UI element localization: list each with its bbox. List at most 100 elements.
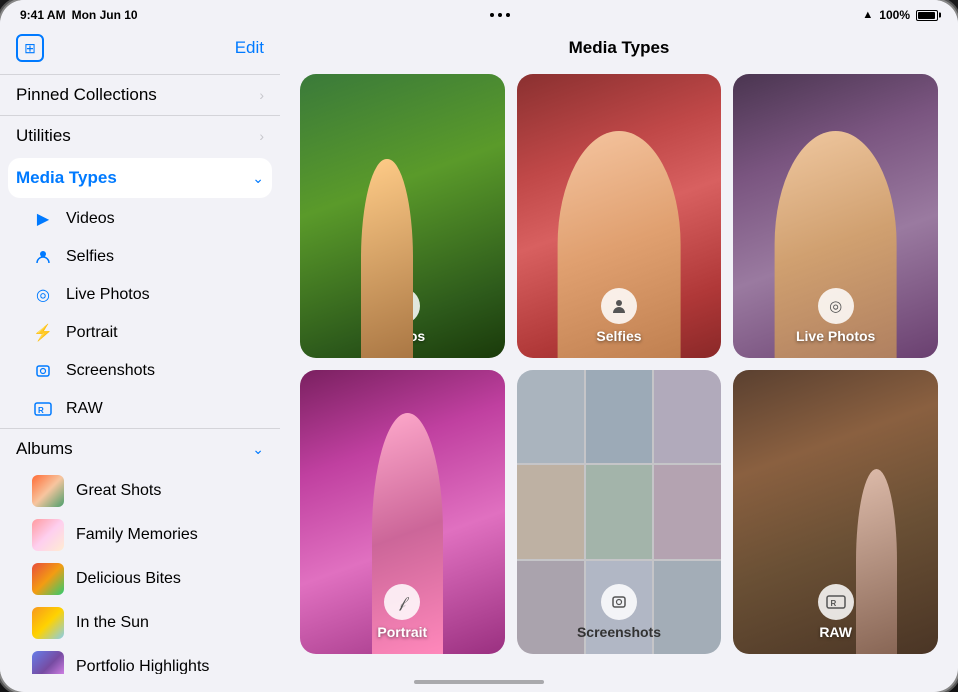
battery-icon <box>916 10 938 21</box>
album-item-in-the-sun[interactable]: In the Sun <box>0 601 280 645</box>
portrait-cell-bg: 𝒻 Portrait <box>300 370 505 654</box>
main-area: Media Types Videos <box>280 26 958 674</box>
status-left: 9:41 AM Mon Jun 10 <box>20 8 138 22</box>
screenshots-label: Screenshots <box>66 362 155 380</box>
videos-person-silhouette <box>361 159 412 358</box>
portrait-cell-label: Portrait <box>377 624 427 640</box>
albums-section-header[interactable]: Albums ⌄ <box>0 428 280 469</box>
sidebar: ⊞ Edit Pinned Collections › Utilities › … <box>0 26 280 674</box>
screenshots-icon <box>32 360 54 382</box>
sidebar-item-pinned-collections[interactable]: Pinned Collections › <box>0 74 280 115</box>
portfolio-highlights-label: Portfolio Highlights <box>76 658 209 674</box>
grid-cell-live-photos[interactable]: ◎ Live Photos <box>733 74 938 358</box>
raw-person-silhouette <box>856 469 897 654</box>
status-right: ▲ 100% <box>862 8 938 22</box>
live-photos-label-wrap: ◎ Live Photos <box>796 288 875 344</box>
date-label: Mon Jun 10 <box>72 8 138 22</box>
sidebar-item-utilities[interactable]: Utilities › <box>0 115 280 156</box>
live-photos-label: Live Photos <box>66 286 150 304</box>
sidebar-item-selfies[interactable]: Selfies <box>0 238 280 276</box>
selfies-cell-bg: Selfies <box>517 74 722 358</box>
svg-text:R: R <box>38 406 44 415</box>
album-thumb-great-shots <box>32 475 64 507</box>
album-thumb-family-memories <box>32 519 64 551</box>
album-item-portfolio-highlights[interactable]: Portfolio Highlights <box>0 645 280 674</box>
grid-cell-portrait[interactable]: 𝒻 Portrait <box>300 370 505 654</box>
wifi-icon: ▲ <box>862 9 873 21</box>
live-photos-cell-bg: ◎ Live Photos <box>733 74 938 358</box>
chevron-right-icon: › <box>259 128 264 144</box>
edit-button[interactable]: Edit <box>235 38 264 58</box>
raw-icon: R <box>32 398 54 420</box>
sidebar-header: ⊞ Edit <box>0 26 280 74</box>
selfies-cell-icon <box>601 288 637 324</box>
sidebar-item-raw[interactable]: R RAW <box>0 390 280 428</box>
videos-icon: ▶ <box>32 208 54 230</box>
screenshots-cell-label: Screenshots <box>577 624 661 640</box>
selfies-label-wrap: Selfies <box>596 288 641 344</box>
chevron-down-icon: ⌄ <box>252 170 264 187</box>
portrait-label: Portrait <box>66 324 118 342</box>
raw-cell-label: RAW <box>819 624 852 640</box>
home-indicator[interactable] <box>414 680 544 684</box>
screenshots-overlay: Screenshots <box>517 370 722 654</box>
svg-text:R: R <box>830 599 836 608</box>
portrait-icon: ⚡ <box>32 322 54 344</box>
delicious-bites-label: Delicious Bites <box>76 570 181 588</box>
album-item-delicious-bites[interactable]: Delicious Bites <box>0 557 280 601</box>
dot-2 <box>498 13 502 17</box>
live-photos-icon: ◎ <box>32 284 54 306</box>
sidebar-panel-icon[interactable]: ⊞ <box>16 34 44 62</box>
sidebar-item-portrait[interactable]: ⚡ Portrait <box>0 314 280 352</box>
utilities-label: Utilities <box>16 126 71 146</box>
family-memories-label: Family Memories <box>76 526 198 544</box>
ipad-frame: 9:41 AM Mon Jun 10 ▲ 100% ⊞ Edit <box>0 0 958 692</box>
album-thumb-portfolio-highlights <box>32 651 64 674</box>
screenshots-cell-bg: Screenshots <box>517 370 722 654</box>
selfies-label: Selfies <box>66 248 114 266</box>
screenshots-cell-icon <box>601 584 637 620</box>
videos-cell-bg: Videos <box>300 74 505 358</box>
portrait-label-wrap: 𝒻 Portrait <box>377 584 427 640</box>
raw-cell-bg: R RAW <box>733 370 938 654</box>
live-photos-cell-icon: ◎ <box>818 288 854 324</box>
media-types-grid: Videos <box>300 74 938 654</box>
chevron-right-icon: › <box>259 87 264 103</box>
dot-1 <box>490 13 494 17</box>
grid-cell-videos[interactable]: Videos <box>300 74 505 358</box>
great-shots-label: Great Shots <box>76 482 161 500</box>
app-content: ⊞ Edit Pinned Collections › Utilities › … <box>0 26 958 674</box>
raw-label-wrap: R RAW <box>818 584 854 640</box>
panel-icon-glyph: ⊞ <box>24 40 36 57</box>
videos-label: Videos <box>66 210 115 228</box>
grid-cell-selfies[interactable]: Selfies <box>517 74 722 358</box>
sidebar-item-screenshots[interactable]: Screenshots <box>0 352 280 390</box>
album-item-family-memories[interactable]: Family Memories <box>0 513 280 557</box>
sidebar-item-videos[interactable]: ▶ Videos <box>0 200 280 238</box>
albums-chevron-down-icon: ⌄ <box>252 441 264 458</box>
album-thumb-in-the-sun <box>32 607 64 639</box>
portrait-cell-icon: 𝒻 <box>384 584 420 620</box>
sidebar-item-live-photos[interactable]: ◎ Live Photos <box>0 276 280 314</box>
grid-cell-raw[interactable]: R RAW <box>733 370 938 654</box>
media-types-label: Media Types <box>16 168 117 188</box>
selfies-cell-label: Selfies <box>596 328 641 344</box>
raw-cell-icon: R <box>818 584 854 620</box>
albums-label: Albums <box>16 439 73 459</box>
live-photos-cell-label: Live Photos <box>796 328 875 344</box>
raw-label: RAW <box>66 400 103 418</box>
album-item-great-shots[interactable]: Great Shots <box>0 469 280 513</box>
time-label: 9:41 AM <box>20 8 66 22</box>
status-center <box>490 13 510 17</box>
in-the-sun-label: In the Sun <box>76 614 149 632</box>
battery-fill <box>918 12 935 19</box>
sidebar-item-media-types[interactable]: Media Types ⌄ <box>8 158 272 198</box>
screenshots-label-wrap: Screenshots <box>577 584 661 640</box>
album-thumb-delicious-bites <box>32 563 64 595</box>
battery-percent: 100% <box>879 8 910 22</box>
dot-3 <box>506 13 510 17</box>
pinned-collections-label: Pinned Collections <box>16 85 157 105</box>
page-title: Media Types <box>300 26 938 74</box>
grid-cell-screenshots[interactable]: Screenshots <box>517 370 722 654</box>
status-bar: 9:41 AM Mon Jun 10 ▲ 100% <box>0 0 958 26</box>
